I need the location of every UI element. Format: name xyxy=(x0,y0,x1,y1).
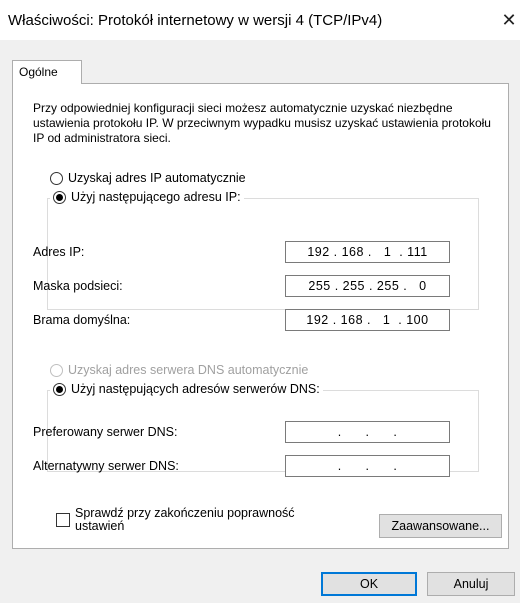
radio-ip-auto[interactable]: Uzyskaj adres IP automatycznie xyxy=(50,171,246,185)
validate-on-exit-checkbox-row[interactable]: Sprawdź przy zakończeniu poprawność usta… xyxy=(56,507,345,533)
cancel-button[interactable]: Anuluj xyxy=(427,572,515,596)
tab-general[interactable]: Ogólne xyxy=(12,60,82,84)
ip-address-label: Adres IP: xyxy=(33,245,85,259)
radio-dns-manual-label: Użyj następujących adresów serwerów DNS: xyxy=(71,382,320,396)
advanced-button[interactable]: Zaawansowane... xyxy=(379,514,502,538)
title-bar: Właściwości: Protokół internetowy w wers… xyxy=(0,0,520,40)
radio-ip-auto-indicator[interactable] xyxy=(50,171,63,185)
alternate-dns-label: Alternatywny serwer DNS: xyxy=(33,459,179,473)
validate-on-exit-checkbox[interactable] xyxy=(56,513,70,527)
radio-dns-manual[interactable]: Użyj następujących adresów serwerów DNS: xyxy=(50,382,323,396)
window-title: Właściwości: Protokół internetowy w wers… xyxy=(8,12,383,29)
radio-dns-auto-label: Uzyskaj adres serwera DNS automatycznie xyxy=(68,363,309,377)
default-gateway-label: Brama domyślna: xyxy=(33,313,131,327)
radio-dns-auto-indicator xyxy=(50,363,63,377)
preferred-dns-label: Preferowany serwer DNS: xyxy=(33,425,178,439)
ok-button[interactable]: OK xyxy=(321,572,417,596)
preferred-dns-field[interactable]: . . . xyxy=(285,421,450,443)
radio-dns-manual-indicator[interactable] xyxy=(53,382,66,396)
tab-general-label: Ogólne xyxy=(19,65,58,79)
default-gateway-field[interactable]: 192 . 168 . 1 . 100 xyxy=(285,309,450,331)
validate-on-exit-label: Sprawdź przy zakończeniu poprawność usta… xyxy=(75,506,295,533)
radio-dns-auto: Uzyskaj adres serwera DNS automatycznie xyxy=(50,363,308,377)
radio-ip-manual-indicator[interactable] xyxy=(53,190,66,204)
subnet-mask-field[interactable]: 255 . 255 . 255 . 0 xyxy=(285,275,450,297)
dialog-body: Ogólne Przy odpowiedniej konfiguracji si… xyxy=(0,40,520,603)
ip-address-field[interactable]: 192 . 168 . 1 . 111 xyxy=(285,241,450,263)
subnet-mask-label: Maska podsieci: xyxy=(33,279,123,293)
radio-ip-auto-label: Uzyskaj adres IP automatycznie xyxy=(68,171,246,185)
radio-ip-manual-label: Użyj następującego adresu IP: xyxy=(71,190,241,204)
description-text: Przy odpowiedniej konfiguracji sieci moż… xyxy=(33,101,491,145)
close-icon[interactable]: ✕ xyxy=(498,6,520,34)
alternate-dns-field[interactable]: . . . xyxy=(285,455,450,477)
tab-panel-general: Przy odpowiedniej konfiguracji sieci moż… xyxy=(12,83,509,549)
radio-ip-manual[interactable]: Użyj następującego adresu IP: xyxy=(50,190,244,204)
